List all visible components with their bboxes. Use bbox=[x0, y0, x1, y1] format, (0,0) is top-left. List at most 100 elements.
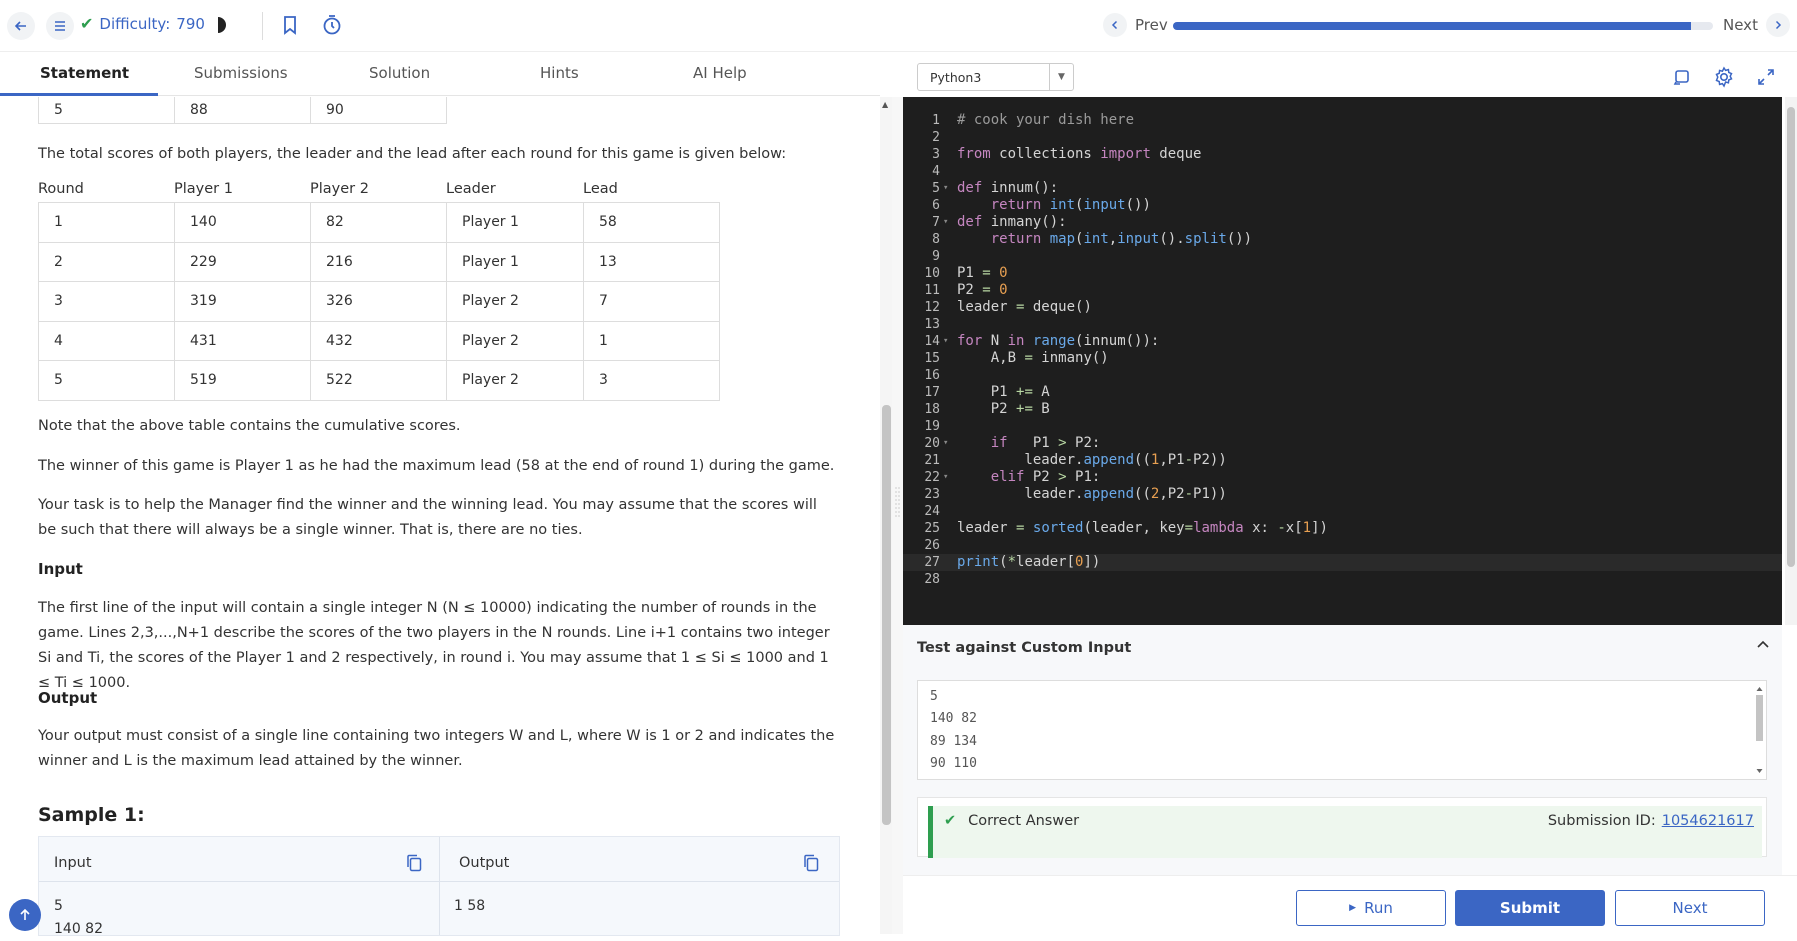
column-header: Round bbox=[38, 181, 84, 197]
table-cell: 82 bbox=[310, 202, 447, 243]
custom-input-line: 89 134 bbox=[930, 734, 977, 749]
table-cell: 229 bbox=[174, 241, 311, 282]
previous-table-fragment: 5 88 90 bbox=[38, 97, 447, 124]
gear-icon[interactable] bbox=[1711, 64, 1737, 90]
table-cell: 522 bbox=[310, 360, 447, 401]
timer-icon[interactable] bbox=[322, 14, 342, 36]
input-text: The first line of the input will contain… bbox=[38, 600, 830, 691]
copy-icon[interactable] bbox=[406, 854, 422, 872]
tab-submissions[interactable]: Submissions bbox=[194, 64, 288, 82]
next-problem-button[interactable]: Next bbox=[1723, 13, 1790, 37]
line-number: 2 bbox=[932, 130, 940, 145]
note-text: Note that the above table contains the c… bbox=[38, 418, 461, 434]
arrow-up-icon bbox=[20, 908, 30, 920]
table-cell: Player 2 bbox=[446, 320, 584, 361]
sample-input-line: 140 82 bbox=[54, 921, 103, 937]
prev-label: Prev bbox=[1135, 16, 1168, 34]
back-arrow-icon[interactable] bbox=[7, 12, 35, 40]
language-value: Python3 bbox=[930, 69, 982, 85]
input-heading: Input bbox=[38, 560, 83, 578]
table-cell: Player 2 bbox=[446, 360, 584, 401]
column-header: Lead bbox=[583, 181, 618, 197]
line-number: 11 bbox=[924, 283, 940, 298]
line-number: 8 bbox=[932, 232, 940, 247]
line-number: 22 bbox=[924, 470, 940, 485]
play-icon: ▶ bbox=[1349, 903, 1357, 913]
chevron-right-icon bbox=[1765, 13, 1790, 37]
sample-output-label: Output bbox=[459, 855, 510, 871]
scroll-to-top-button[interactable] bbox=[9, 899, 41, 931]
line-number: 1 bbox=[932, 113, 940, 128]
run-label: Run bbox=[1364, 899, 1393, 917]
statement-scroll-thumb[interactable] bbox=[882, 405, 891, 825]
sample-title: Sample 1: bbox=[38, 804, 145, 826]
top-bar: ✔ Difficulty: 790 Prev Next bbox=[0, 0, 1797, 52]
submission-id: Submission ID: 1054621617 bbox=[1548, 813, 1754, 829]
table-row: 5 519 522 Player 2 3 bbox=[38, 360, 720, 401]
problem-progress-bar bbox=[1173, 22, 1713, 30]
table-cell: 4 bbox=[38, 320, 175, 361]
table-cell: 7 bbox=[583, 281, 720, 322]
line-number: 19 bbox=[924, 419, 940, 434]
line-number: 24 bbox=[924, 504, 940, 519]
table-cell: 88 bbox=[174, 97, 311, 124]
check-icon: ✔ bbox=[80, 14, 94, 33]
table-cell: 3 bbox=[583, 360, 720, 401]
reset-code-icon[interactable] bbox=[1669, 64, 1695, 90]
table-row: 1 140 82 Player 1 58 bbox=[38, 202, 720, 243]
column-header: Player 1 bbox=[174, 181, 233, 197]
problem-list-icon[interactable] bbox=[46, 12, 74, 40]
problem-tabs: Statement Submissions Solution Hints AI … bbox=[0, 52, 880, 96]
custom-input-scrollbar[interactable] bbox=[1755, 685, 1764, 775]
custom-input-line: 140 82 bbox=[930, 711, 977, 726]
difficulty-indicator: ✔ Difficulty: 790 bbox=[80, 14, 205, 33]
table-cell: 140 bbox=[174, 202, 311, 243]
editor-scroll-thumb[interactable] bbox=[1787, 107, 1795, 567]
sample-io-box: Input Output 5 140 82 1 58 bbox=[38, 836, 840, 937]
chevron-up-icon[interactable] bbox=[1756, 637, 1770, 653]
submission-id-label: Submission ID: bbox=[1547, 813, 1656, 829]
tab-ai-help[interactable]: AI Help bbox=[693, 64, 747, 82]
tab-hints[interactable]: Hints bbox=[540, 64, 579, 82]
table-cell: 5 bbox=[38, 360, 175, 401]
scroll-up-arrow-icon[interactable]: ▲ bbox=[882, 100, 888, 109]
result-panel: ✔ Correct Answer Submission ID: 105462161… bbox=[917, 797, 1767, 858]
line-number: 13 bbox=[924, 317, 940, 332]
submit-button[interactable]: Submit bbox=[1455, 890, 1605, 926]
pane-resize-handle[interactable] bbox=[892, 97, 903, 934]
editor-scrollbar[interactable] bbox=[1785, 97, 1797, 625]
line-number: 25 bbox=[924, 521, 940, 536]
bookmark-icon[interactable] bbox=[282, 15, 298, 35]
line-number: 23 bbox=[924, 487, 940, 502]
line-number: 7 bbox=[932, 215, 940, 230]
chevron-down-icon: ▼ bbox=[1049, 64, 1073, 90]
table-cell: 90 bbox=[310, 97, 447, 124]
column-header: Player 2 bbox=[310, 181, 369, 197]
custom-input-field[interactable]: 5 140 82 89 134 90 110 bbox=[917, 680, 1767, 780]
table-cell: 1 bbox=[583, 320, 720, 361]
submission-id-link[interactable]: 1054621617 bbox=[1662, 813, 1754, 829]
table-cell: Player 1 bbox=[446, 241, 584, 282]
fullscreen-icon[interactable] bbox=[1753, 64, 1779, 90]
half-moon-icon bbox=[214, 16, 230, 34]
result-status-text: Correct Answer bbox=[968, 813, 1080, 829]
custom-input-line: 90 110 bbox=[930, 756, 977, 771]
table-cell: Player 2 bbox=[446, 281, 584, 322]
run-button[interactable]: ▶ Run bbox=[1296, 890, 1446, 926]
line-number: 16 bbox=[924, 368, 940, 383]
code-editor[interactable]: 1 # cook your dish here 2 3 from collectio… bbox=[903, 97, 1782, 625]
line-number: 18 bbox=[924, 402, 940, 417]
table-row: 4 431 432 Player 2 1 bbox=[38, 320, 720, 361]
line-number: 14 bbox=[924, 334, 940, 349]
line-number: 26 bbox=[924, 538, 940, 553]
editor-panel: Python3 ▼ 1 # cook your dish here 2 3 from… bbox=[903, 52, 1797, 934]
table-cell: 216 bbox=[310, 241, 447, 282]
next-button[interactable]: Next bbox=[1615, 890, 1765, 926]
sample-input-label: Input bbox=[54, 855, 92, 871]
active-tab-indicator bbox=[0, 93, 158, 96]
prev-button[interactable]: Prev bbox=[1103, 13, 1168, 37]
tab-solution[interactable]: Solution bbox=[369, 64, 430, 82]
copy-icon[interactable] bbox=[803, 854, 819, 872]
tab-statement[interactable]: Statement bbox=[40, 64, 129, 82]
language-select[interactable]: Python3 ▼ bbox=[917, 63, 1074, 91]
